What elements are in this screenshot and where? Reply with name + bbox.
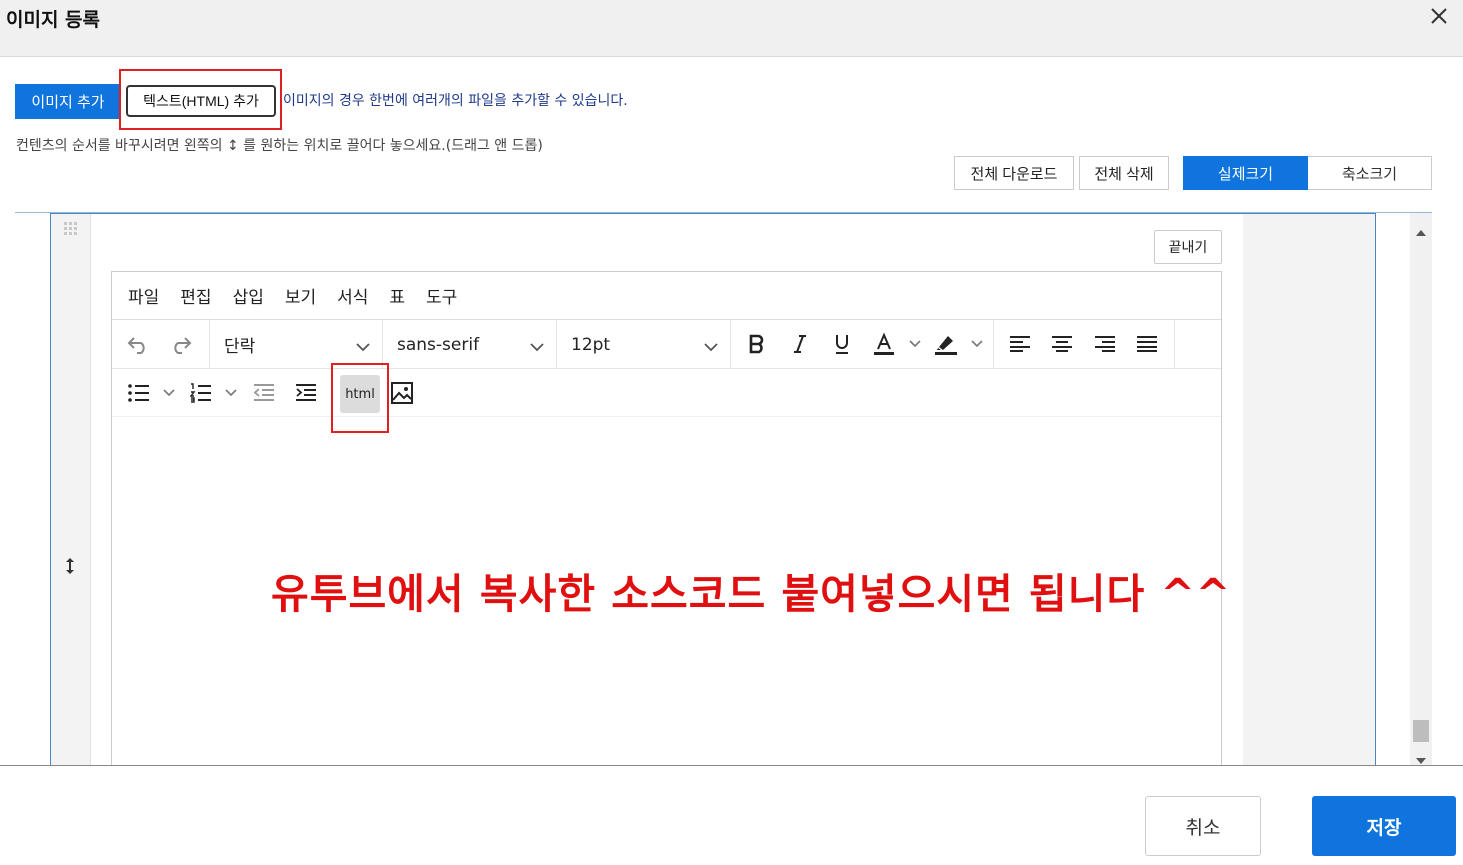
chevron-down-icon[interactable] [161,383,177,403]
order-hint: 컨텐츠의 순서를 바꾸시려면 왼쪽의 ↕ 를 원하는 위치로 끌어다 놓으세요.… [16,138,543,154]
editor-toolbar-row1: 단락 sans-serif 12pt [112,320,1221,369]
download-all-button[interactable]: 전체 다운로드 [954,156,1074,190]
multi-file-hint: 이미지의 경우 한번에 여러개의 파일을 추가할 수 있습니다. [283,93,628,109]
highlight-icon[interactable] [934,332,958,356]
editor-toolbar-row2: html [112,369,1221,417]
block-format-value: 단락 [224,337,256,357]
menu-insert[interactable]: 삽입 [233,283,264,308]
annotation-text: 유투브에서 복사한 소스코드 붙여넣으시면 됩니다 ^^ [271,570,1232,618]
menu-view[interactable]: 보기 [285,283,316,308]
align-left-icon[interactable] [1008,332,1032,356]
outdent-icon[interactable] [252,381,276,405]
chevron-down-icon [356,337,370,357]
actual-size-toggle[interactable]: 실제크기 [1183,156,1308,190]
editor-menubar: 파일 편집 삽입 보기 서식 표 도구 [112,272,1221,320]
menu-tools[interactable]: 도구 [426,283,457,308]
align-center-icon[interactable] [1050,332,1074,356]
menu-format[interactable]: 서식 [337,283,368,308]
toolbar-separator [1174,320,1175,369]
toolbar-separator [993,320,994,369]
menu-file[interactable]: 파일 [128,283,159,308]
cancel-button[interactable]: 취소 [1145,796,1261,856]
item-right-gutter [1243,214,1375,766]
drag-handle-column[interactable] [51,214,91,766]
save-button[interactable]: 저장 [1312,796,1456,856]
font-size-select[interactable]: 12pt [557,320,730,369]
finish-edit-button[interactable]: 끝내기 [1154,230,1222,264]
font-size-value: 12pt [571,334,611,355]
redo-icon[interactable] [169,332,193,356]
bold-icon[interactable] [745,332,769,356]
chevron-down-icon [704,337,718,357]
close-icon[interactable] [1425,2,1453,30]
delete-all-button[interactable]: 전체 삭제 [1079,156,1169,190]
reduced-size-toggle[interactable]: 축소크기 [1308,156,1432,190]
chevron-down-icon[interactable] [907,334,923,354]
add-image-button[interactable]: 이미지 추가 [15,84,121,119]
html-source-button[interactable]: html [340,375,380,413]
undo-icon[interactable] [126,332,150,356]
scroll-thumb[interactable] [1413,720,1429,742]
align-right-icon[interactable] [1093,332,1117,356]
image-icon[interactable] [390,381,414,405]
rich-text-editor: 파일 편집 삽입 보기 서식 표 도구 단락 sans-serif 12pt h… [111,271,1222,771]
block-format-select[interactable]: 단락 [210,320,382,369]
toolbar-separator [730,320,731,369]
grip-icon[interactable] [63,220,79,239]
text-color-icon[interactable] [872,332,896,356]
numbered-list-icon[interactable] [189,381,213,405]
menu-edit[interactable]: 편집 [180,283,211,308]
modal-header: 이미지 등록 [0,0,1463,57]
menu-table[interactable]: 표 [389,283,405,308]
modal-footer: 취소 저장 [0,765,1463,865]
add-text-html-button[interactable]: 텍스트(HTML) 추가 [126,85,276,117]
italic-icon[interactable] [788,332,812,356]
drag-updown-icon[interactable] [64,557,76,579]
scrollbar[interactable] [1410,213,1432,765]
modal-title: 이미지 등록 [6,9,101,31]
chevron-down-icon [530,337,544,357]
scroll-up-arrow-icon[interactable] [1416,221,1426,240]
font-family-value: sans-serif [397,334,480,355]
underline-icon[interactable] [830,332,854,356]
indent-icon[interactable] [294,381,318,405]
chevron-down-icon[interactable] [223,383,239,403]
content-item: 끝내기 파일 편집 삽입 보기 서식 표 도구 단락 sans-serif 12… [50,213,1376,771]
justify-icon[interactable] [1135,332,1159,356]
chevron-down-icon[interactable] [969,334,985,354]
image-register-modal: 이미지 등록 이미지 추가 텍스트(HTML) 추가 이미지의 경우 한번에 여… [0,0,1463,865]
bullet-list-icon[interactable] [127,381,151,405]
font-family-select[interactable]: sans-serif [383,320,556,369]
